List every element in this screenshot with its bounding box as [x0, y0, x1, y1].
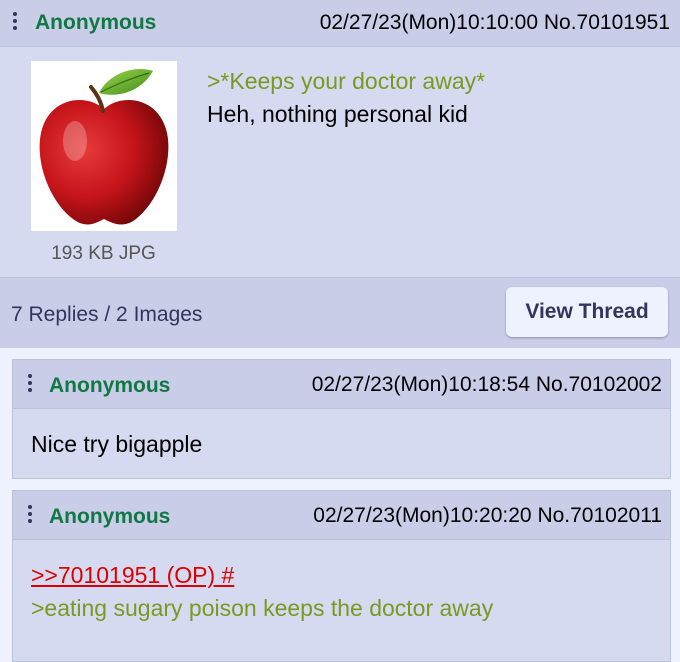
- op-post-header: Anonymous 02/27/23(Mon)10:10:00 No.70101…: [0, 0, 680, 47]
- comment-text: Heh, nothing personal kid: [207, 101, 468, 127]
- more-options-icon[interactable]: [13, 12, 17, 33]
- reply-post: Anonymous 02/27/23(Mon)10:18:54 No.70102…: [12, 359, 671, 479]
- reply-header: Anonymous 02/27/23(Mon)10:18:54 No.70102…: [13, 360, 670, 409]
- poster-name: Anonymous: [49, 505, 171, 528]
- more-options-icon[interactable]: [28, 374, 32, 395]
- comment-text: Nice try bigapple: [31, 431, 203, 457]
- view-thread-button[interactable]: View Thread: [506, 287, 668, 337]
- post-meta: 02/27/23(Mon)10:18:54 No.70102002: [312, 373, 662, 397]
- reply-header: Anonymous 02/27/23(Mon)10:20:20 No.70102…: [13, 491, 670, 540]
- post-datetime: 02/27/23(Mon)10:10:00: [319, 11, 539, 34]
- poster-name: Anonymous: [35, 11, 157, 34]
- post-datetime: 02/27/23(Mon)10:18:54: [311, 373, 531, 396]
- op-post: Anonymous 02/27/23(Mon)10:10:00 No.70101…: [0, 0, 680, 348]
- quote-link[interactable]: >>70101951 (OP) #: [31, 559, 493, 592]
- op-post-footer: 7 Replies / 2 Images View Thread: [0, 277, 680, 348]
- replies-summary: 7 Replies / 2 Images: [11, 303, 203, 326]
- post-image-thumbnail[interactable]: [31, 61, 177, 231]
- post-meta: 02/27/23(Mon)10:10:00 No.70101951: [320, 11, 670, 35]
- greentext-line: >*Keeps your doctor away*: [207, 68, 486, 94]
- post-comment: >>70101951 (OP) # >eating sugary poison …: [31, 559, 493, 625]
- reply-post: Anonymous 02/27/23(Mon)10:20:20 No.70102…: [12, 490, 671, 662]
- more-options-icon[interactable]: [28, 505, 32, 526]
- post-meta: 02/27/23(Mon)10:20:20 No.70102011: [313, 504, 662, 528]
- post-comment: >*Keeps your doctor away* Heh, nothing p…: [207, 65, 485, 131]
- poster-name: Anonymous: [49, 374, 171, 397]
- post-number[interactable]: No.70102011: [537, 504, 662, 527]
- apple-image: [39, 69, 169, 225]
- greentext-line: >eating sugary poison keeps the doctor a…: [31, 595, 494, 621]
- post-datetime: 02/27/23(Mon)10:20:20: [313, 504, 532, 527]
- post-number[interactable]: No.70102002: [536, 373, 662, 396]
- file-info: 193 KB JPG: [51, 243, 156, 264]
- post-number[interactable]: No.70101951: [544, 11, 670, 34]
